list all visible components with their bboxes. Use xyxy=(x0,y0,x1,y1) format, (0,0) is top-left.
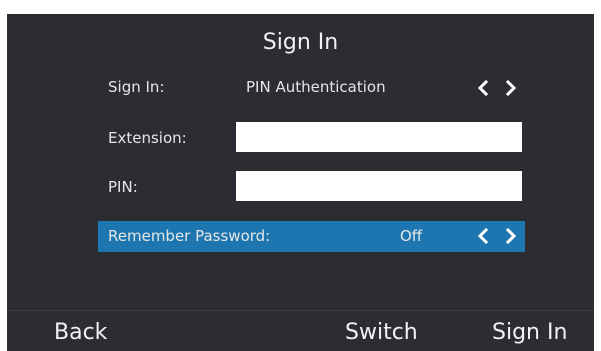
switch-softkey[interactable]: Switch xyxy=(345,320,418,346)
sign-in-mode-label: Sign In: xyxy=(108,78,165,96)
remember-password-label: Remember Password: xyxy=(108,227,271,245)
chevron-right-icon[interactable] xyxy=(503,227,519,245)
back-softkey[interactable]: Back xyxy=(54,320,107,346)
chevron-left-icon[interactable] xyxy=(475,227,491,245)
pin-label: PIN: xyxy=(108,178,138,196)
phone-screen: Sign In Sign In: PIN Authentication Exte… xyxy=(7,14,594,351)
pin-field[interactable] xyxy=(236,171,522,201)
sign-in-mode-switcher[interactable] xyxy=(475,76,519,100)
sign-in-mode-value[interactable]: PIN Authentication xyxy=(246,78,386,96)
softkey-divider xyxy=(7,310,594,311)
chevron-right-icon[interactable] xyxy=(503,79,519,97)
remember-password-value[interactable]: Off xyxy=(400,227,422,245)
extension-field[interactable] xyxy=(236,122,522,152)
remember-password-switcher[interactable] xyxy=(475,224,519,248)
sign-in-softkey[interactable]: Sign In xyxy=(492,320,567,346)
chevron-left-icon[interactable] xyxy=(475,79,491,97)
screen-title: Sign In xyxy=(262,30,339,55)
extension-label: Extension: xyxy=(108,129,187,147)
